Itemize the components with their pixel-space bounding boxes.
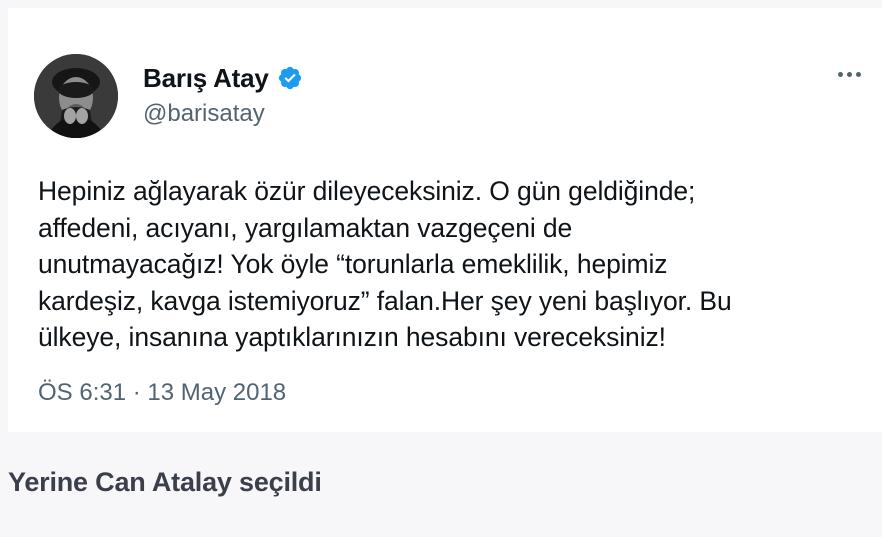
more-dot [837, 71, 843, 77]
avatar[interactable] [34, 54, 118, 138]
avatar-portrait [34, 54, 118, 138]
more-options-icon[interactable] [834, 64, 864, 84]
tweet-text: Hepiniz ağlayarak özür dileyeceksiniz. O… [38, 176, 732, 352]
caption-text: Yerine Can Atalay seçildi [8, 467, 322, 497]
more-dot [855, 71, 861, 77]
more-dot [846, 71, 852, 77]
verified-badge-icon [277, 65, 303, 91]
tweet-card: Barış Atay @barisatay Hepiniz ağlayarak … [8, 8, 882, 432]
author-name-row: Barış Atay [143, 65, 303, 91]
page: Barış Atay @barisatay Hepiniz ağlayarak … [0, 0, 882, 537]
display-name[interactable]: Barış Atay [143, 65, 269, 91]
author-handle[interactable]: @barisatay [143, 102, 265, 126]
tweet-timestamp[interactable]: ÖS 6:31 · 13 May 2018 [38, 381, 286, 405]
